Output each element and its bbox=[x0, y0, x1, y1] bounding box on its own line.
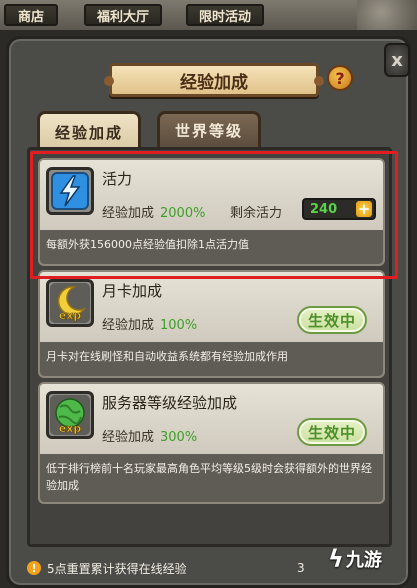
exp-bonus-value: 2000% bbox=[160, 206, 206, 221]
exp-bonus-line: 经验加成 300% bbox=[102, 426, 197, 445]
plus-icon: + bbox=[357, 199, 371, 218]
exp-bonus-label: 经验加成 bbox=[102, 430, 155, 445]
exp-bonus-label: 经验加成 bbox=[102, 206, 155, 221]
tab-limited-event[interactable]: 限时活动 bbox=[186, 4, 264, 26]
footer-text: 5点重置累计获得在线经验 bbox=[47, 561, 187, 576]
window-title: 经验加成 bbox=[104, 63, 324, 97]
exp-bonus-line: 经验加成 100% bbox=[102, 314, 197, 333]
exp-bonus-value: 300% bbox=[160, 430, 198, 445]
bonus-list-panel: 活力 经验加成 2000% 剩余活力 240 + 每额外获156000点经验值扣除… bbox=[27, 147, 392, 547]
globe-exp-icon: exp bbox=[46, 391, 94, 439]
top-decoration bbox=[357, 0, 417, 30]
card-title: 月卡加成 bbox=[102, 282, 163, 300]
vitality-card: 活力 经验加成 2000% 剩余活力 240 + 每额外获156000点经验值扣除… bbox=[38, 158, 385, 266]
remaining-vitality-value: 240 bbox=[310, 201, 338, 217]
exp-bonus-window: x 经验加成 ? 经验加成 世界等级 活力 经验加成 2000% 剩余活力 24… bbox=[6, 36, 411, 588]
close-button[interactable]: x bbox=[384, 43, 410, 77]
exp-bonus-label: 经验加成 bbox=[102, 318, 155, 333]
footer-number: 3 bbox=[297, 561, 305, 575]
active-status-badge: 生效中 bbox=[297, 306, 367, 334]
card-description: 低于排行榜前十名玩家最高角色平均等级5级时会获得额外的世界经验加成 bbox=[40, 454, 383, 502]
server-level-card: exp 服务器等级经验加成 经验加成 300% 生效中 低于排行榜前十名玩家最高角… bbox=[38, 382, 385, 504]
moon-exp-icon: exp bbox=[46, 279, 94, 327]
active-status-badge: 生效中 bbox=[297, 418, 367, 446]
help-button[interactable]: ? bbox=[327, 65, 353, 91]
top-tab-strip: 商店 福利大厅 限时活动 bbox=[0, 0, 417, 30]
tab-world-level[interactable]: 世界等级 bbox=[157, 111, 261, 147]
close-icon: x bbox=[391, 49, 403, 71]
add-vitality-button[interactable]: + bbox=[356, 201, 372, 217]
exp-bonus-value: 100% bbox=[160, 318, 198, 333]
svg-text:exp: exp bbox=[59, 422, 82, 435]
logo-text: 九游 bbox=[345, 550, 382, 571]
card-title: 活力 bbox=[102, 170, 133, 188]
site-logo: ϟ 九游 bbox=[328, 542, 382, 576]
tab-world-level-label: 世界等级 bbox=[174, 122, 243, 140]
lightning-icon bbox=[46, 167, 94, 215]
card-description: 每额外获156000点经验值扣除1点活力值 bbox=[40, 230, 383, 264]
logo-mark-icon: ϟ bbox=[328, 545, 344, 573]
card-title: 服务器等级经验加成 bbox=[102, 394, 238, 412]
tab-exp-bonus[interactable]: 经验加成 bbox=[37, 111, 141, 151]
svg-text:exp: exp bbox=[59, 309, 82, 322]
remaining-vitality-label: 剩余活力 bbox=[230, 206, 283, 221]
exp-bonus-line: 经验加成 2000% bbox=[102, 202, 205, 221]
tab-shop[interactable]: 商店 bbox=[4, 4, 58, 26]
remaining-vitality-box: 240 + bbox=[302, 198, 376, 220]
monthly-card-card: exp 月卡加成 经验加成 100% 生效中 月卡对在线刷怪和自动收益系统都有经验… bbox=[38, 270, 385, 378]
tab-welfare-hall[interactable]: 福利大厅 bbox=[84, 4, 162, 26]
card-description: 月卡对在线刷怪和自动收益系统都有经验加成作用 bbox=[40, 342, 383, 376]
tab-exp-bonus-label: 经验加成 bbox=[54, 124, 123, 142]
window-title-text: 经验加成 bbox=[180, 72, 248, 93]
question-icon: ? bbox=[335, 68, 345, 88]
info-icon: ! bbox=[27, 561, 41, 575]
